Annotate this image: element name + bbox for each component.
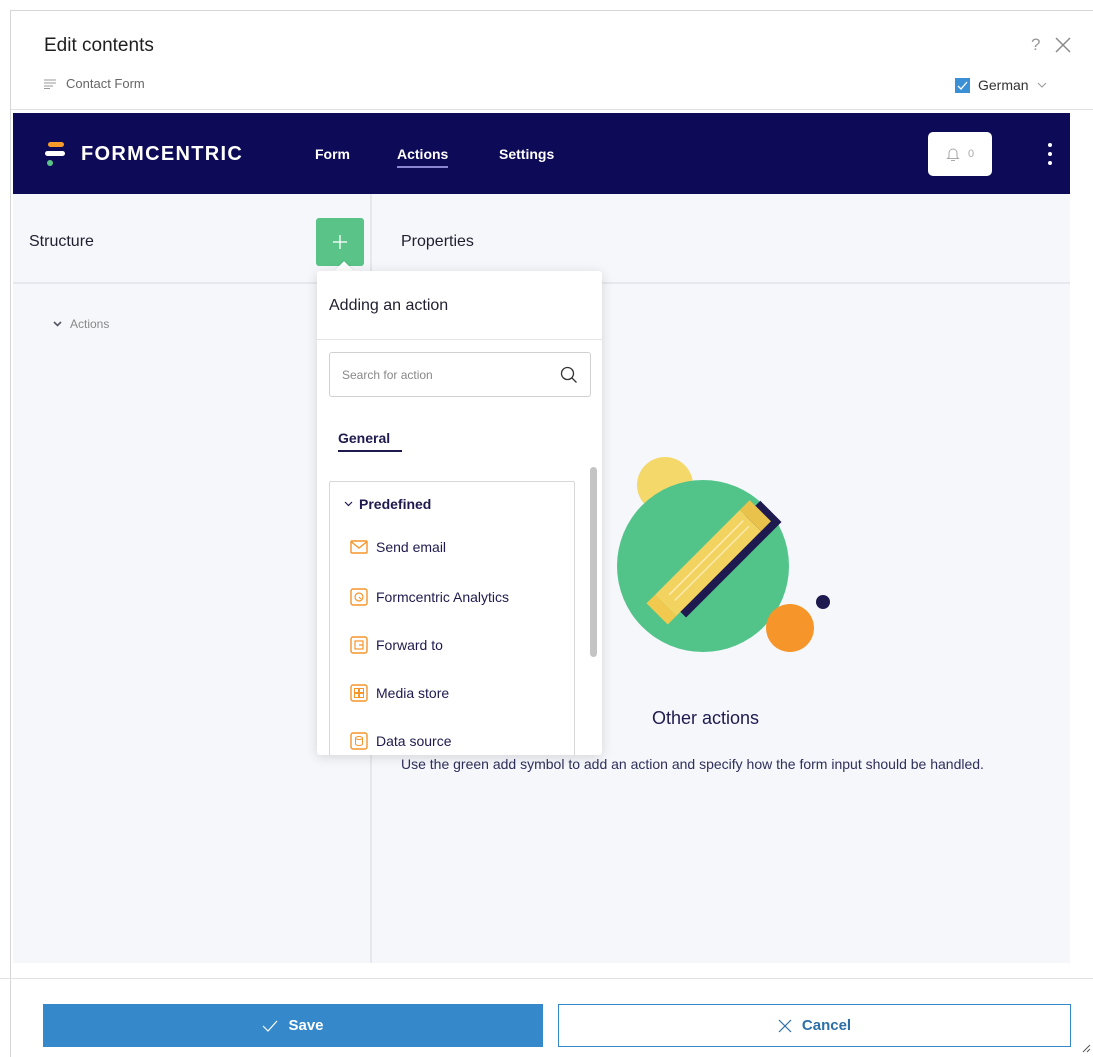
check-icon — [263, 1020, 278, 1032]
action-search-field[interactable] — [329, 352, 591, 397]
cancel-button[interactable]: Cancel — [558, 1004, 1071, 1047]
tree-item-label: Actions — [70, 317, 110, 331]
chevron-down-icon — [53, 321, 62, 327]
document-lines-icon — [44, 79, 56, 89]
content-breadcrumb: Contact Form — [44, 76, 145, 91]
check-icon — [957, 81, 968, 90]
save-label: Save — [288, 1017, 324, 1034]
action-list: Predefined Send email Formcentric Analyt… — [329, 481, 575, 755]
save-button[interactable]: Save — [43, 1004, 543, 1047]
media-store-icon — [350, 684, 368, 702]
properties-title: Properties — [401, 233, 474, 250]
tree-item-actions[interactable]: Actions — [53, 317, 109, 331]
notification-count: 0 — [967, 148, 975, 160]
content-name: Contact Form — [66, 76, 145, 91]
formcentric-logo-icon — [45, 142, 65, 166]
action-search-input[interactable] — [342, 367, 542, 382]
action-forward-to[interactable]: Forward to — [350, 636, 443, 654]
action-send-email[interactable]: Send email — [350, 539, 446, 555]
bell-icon — [946, 148, 960, 161]
add-action-popover: Adding an action General Predefined Send… — [317, 271, 602, 755]
language-selector[interactable]: German — [955, 77, 1047, 93]
notifications-button[interactable]: 0 — [928, 132, 992, 176]
group-label: Predefined — [359, 496, 432, 512]
more-menu-icon[interactable] — [1047, 143, 1053, 165]
nav-settings-label: Settings — [499, 146, 555, 162]
envelope-icon — [350, 540, 368, 554]
search-icon[interactable] — [560, 366, 578, 384]
nav-form-label: Form — [315, 146, 350, 162]
close-icon — [778, 1019, 792, 1032]
language-label: German — [978, 77, 1029, 93]
empty-state-title: Other actions — [652, 708, 760, 728]
chevron-down-icon — [1037, 82, 1046, 88]
nav-actions-label: Actions — [397, 146, 449, 162]
action-label: Forward to — [376, 637, 443, 653]
pencil-illustration — [617, 457, 830, 652]
popover-title: Adding an action — [329, 297, 449, 314]
plus-icon — [333, 235, 347, 249]
empty-state-description: Use the green add symbol to add an actio… — [401, 756, 984, 772]
help-button[interactable]: ? — [1031, 35, 1040, 55]
popover-divider — [317, 339, 602, 340]
nav-actions[interactable]: Actions — [397, 146, 449, 168]
database-icon — [350, 732, 368, 750]
action-data-source[interactable]: Data source — [350, 732, 451, 750]
chevron-down-icon — [344, 501, 353, 507]
popover-scrollbar[interactable] — [590, 467, 597, 657]
nav-form[interactable]: Form — [315, 146, 350, 162]
action-label: Media store — [376, 685, 450, 701]
nav-settings[interactable]: Settings — [499, 146, 554, 162]
forward-icon — [350, 636, 368, 654]
resize-grip-icon[interactable] — [1081, 1043, 1091, 1053]
formcentric-logo: FORMCENTRIC — [45, 140, 243, 168]
cancel-label: Cancel — [801, 1017, 852, 1034]
action-label: Formcentric Analytics — [376, 589, 510, 605]
analytics-icon — [350, 588, 368, 606]
logo-text: FORMCENTRIC — [81, 142, 244, 165]
action-formcentric-analytics[interactable]: Formcentric Analytics — [350, 588, 509, 606]
dialog-title: Edit contents — [44, 35, 154, 56]
header-divider — [11, 109, 1093, 110]
structure-title: Structure — [29, 233, 94, 250]
footer-divider — [0, 978, 1093, 979]
close-icon[interactable] — [1053, 35, 1073, 55]
action-label: Data source — [376, 733, 452, 749]
top-navbar: FORMCENTRIC Form Actions Settings 0 — [13, 113, 1070, 194]
tab-general[interactable]: General — [338, 430, 403, 452]
add-action-button[interactable] — [316, 218, 364, 266]
action-media-store[interactable]: Media store — [350, 684, 449, 702]
active-tab-indicator — [397, 166, 449, 168]
action-label: Send email — [376, 539, 447, 555]
group-predefined[interactable]: Predefined — [344, 496, 431, 512]
language-checkbox[interactable] — [955, 77, 970, 93]
